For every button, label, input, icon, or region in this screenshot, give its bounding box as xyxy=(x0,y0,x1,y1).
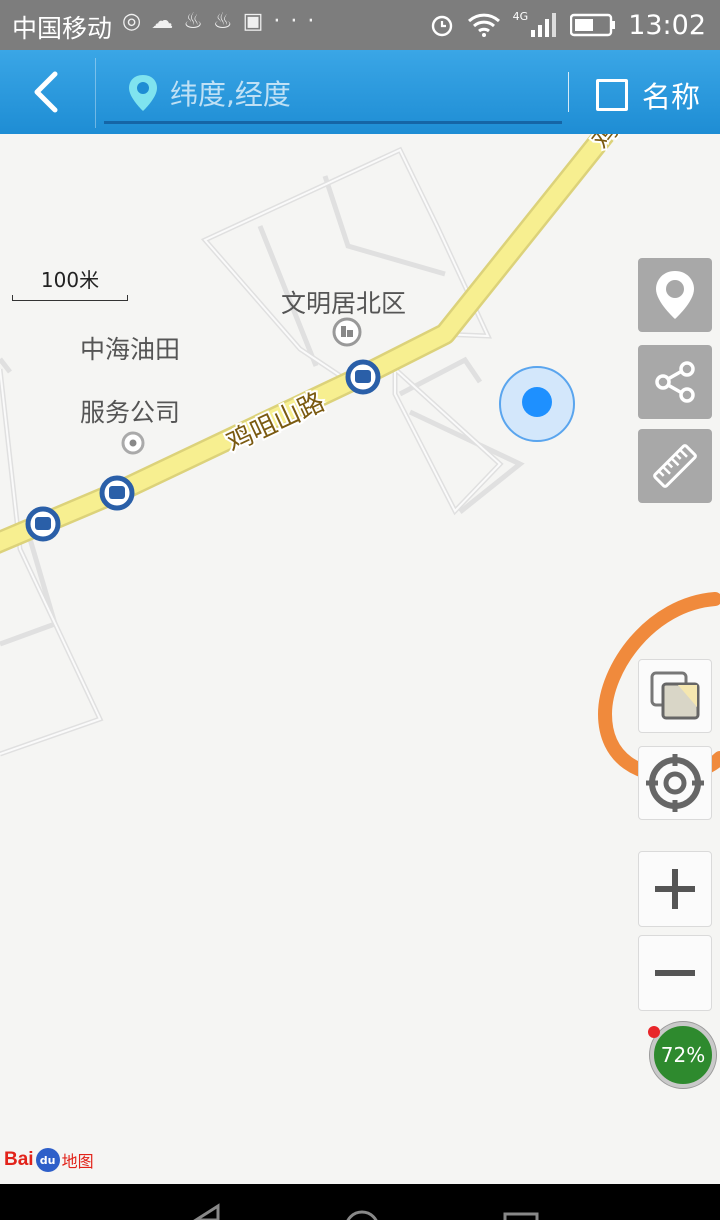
location-pin-icon xyxy=(129,74,157,111)
compass-icon xyxy=(646,754,704,812)
poi-label[interactable]: 文明居北区 xyxy=(281,284,406,320)
plus-icon xyxy=(655,869,695,909)
battery-icon xyxy=(570,13,616,37)
signal-icon xyxy=(531,13,557,37)
map-view[interactable]: 鸡咀山路 鸡 100米 文明居北区 中海油田 服务公司 72% Bai du 地… xyxy=(0,134,720,1184)
nav-buttons xyxy=(193,1203,539,1220)
layers-button[interactable] xyxy=(638,659,712,733)
map-scale: 100米 xyxy=(12,264,128,301)
checkbox-icon[interactable] xyxy=(596,79,628,111)
bus-stop-icon[interactable] xyxy=(345,359,381,395)
zoom-out-button[interactable] xyxy=(638,935,712,1011)
poi-label[interactable]: 服务公司 xyxy=(80,393,180,429)
scale-bar xyxy=(12,295,128,301)
notification-dot xyxy=(648,1026,660,1038)
logo-paw: du xyxy=(35,1148,60,1172)
minus-icon xyxy=(655,970,695,976)
compass-button[interactable] xyxy=(638,746,712,820)
ruler-icon xyxy=(653,444,697,488)
search-placeholder: 纬度,经度 xyxy=(170,77,291,111)
back-icon xyxy=(34,71,58,113)
header-divider xyxy=(95,58,96,128)
navigation-bar xyxy=(0,1184,720,1220)
road-label: 鸡咀山路 xyxy=(222,387,329,458)
map-marker-icon xyxy=(656,271,694,319)
clock: 13:02 xyxy=(628,9,706,41)
current-location-marker xyxy=(499,366,575,442)
nav-home-icon xyxy=(346,1210,378,1220)
ruler-button[interactable] xyxy=(638,429,712,503)
scale-label: 100米 xyxy=(40,268,100,292)
name-checkbox[interactable]: 名称 xyxy=(596,74,700,116)
name-checkbox-label: 名称 xyxy=(642,80,701,114)
status-tray: 4G 13:02 xyxy=(429,8,706,42)
baidu-map-logo: Bai du 地图 xyxy=(4,1148,94,1172)
share-icon xyxy=(655,361,695,403)
bus-stop-icon[interactable] xyxy=(99,475,135,511)
status-bar: 中国移动 ◎☁♨♨▣··· 4G 13:02 xyxy=(0,0,720,50)
bus-stop-icon[interactable] xyxy=(25,506,61,542)
nav-back-icon xyxy=(193,1203,220,1220)
share-button[interactable] xyxy=(638,345,712,419)
building-icon[interactable] xyxy=(332,317,362,347)
search-header: 纬度,经度 名称 xyxy=(0,50,720,134)
layers-icon xyxy=(650,671,700,720)
wifi-icon xyxy=(467,13,500,37)
logo-text: Bai xyxy=(4,1149,34,1170)
zoom-in-button[interactable] xyxy=(638,851,712,927)
logo-ditu: 地图 xyxy=(61,1152,94,1171)
network-type: 4G xyxy=(512,9,529,23)
nav-recents-icon xyxy=(503,1212,539,1220)
back-button[interactable] xyxy=(0,50,92,134)
memory-percent: 72% xyxy=(660,1043,706,1067)
coordinate-search-input[interactable]: 纬度,经度 xyxy=(104,64,562,124)
marker-tool-button[interactable] xyxy=(638,258,712,332)
poi-dot-icon[interactable] xyxy=(121,431,145,455)
header-divider xyxy=(568,72,569,112)
alarm-icon xyxy=(431,15,452,37)
notification-icons: ◎☁♨♨▣··· xyxy=(122,9,325,34)
carrier-label: 中国移动 xyxy=(12,14,113,43)
poi-label[interactable]: 中海油田 xyxy=(80,330,180,366)
